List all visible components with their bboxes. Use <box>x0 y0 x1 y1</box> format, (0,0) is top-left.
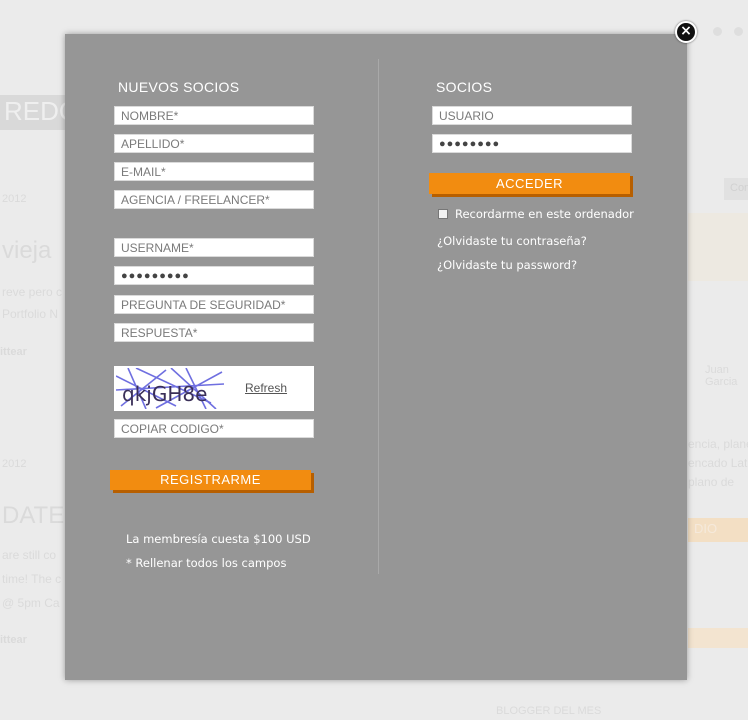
captcha-image: qkjGH8e <box>116 368 224 409</box>
close-icon[interactable]: × <box>675 21 697 43</box>
login-register-modal: NUEVOS SOCIOS NOMBRE* APELLIDO* E-MAIL* … <box>65 34 687 680</box>
captcha-box: qkjGH8e Refresh <box>114 366 314 411</box>
captcha-text: qkjGH8e <box>122 382 207 406</box>
nuevos-socios-heading: NUEVOS SOCIOS <box>118 79 240 95</box>
respuesta-field[interactable]: RESPUESTA* <box>114 323 314 342</box>
apellido-field[interactable]: APELLIDO* <box>114 134 314 153</box>
forgot-contrasena-link[interactable]: ¿Olvidaste tu contraseña? <box>437 234 587 248</box>
required-fields-note: * Rellenar todos los campos <box>126 556 287 570</box>
agencia-field[interactable]: AGENCIA / FREELANCER* <box>114 190 314 209</box>
username-field[interactable]: USERNAME* <box>114 238 314 257</box>
membership-note: La membresía cuesta $100 USD <box>126 532 311 546</box>
captcha-refresh-link[interactable]: Refresh <box>245 381 287 395</box>
login-password-field[interactable]: ●●●●●●●● <box>432 134 632 153</box>
nombre-field[interactable]: NOMBRE* <box>114 106 314 125</box>
password-field[interactable]: ●●●●●●●●● <box>114 266 314 285</box>
remember-checkbox[interactable] <box>438 209 448 219</box>
acceder-button[interactable]: ACCEDER <box>429 173 630 194</box>
registrarme-button[interactable]: REGISTRARME <box>110 470 311 490</box>
email-field[interactable]: E-MAIL* <box>114 162 314 181</box>
usuario-field[interactable]: USUARIO <box>432 106 632 125</box>
pregunta-seguridad-field[interactable]: PREGUNTA DE SEGURIDAD* <box>114 295 314 314</box>
remember-label: Recordarme en este ordenador <box>455 207 634 221</box>
socios-heading: SOCIOS <box>436 79 493 95</box>
column-divider <box>378 59 379 574</box>
copiar-codigo-field[interactable]: COPIAR CODIGO* <box>114 419 314 438</box>
forgot-password-link[interactable]: ¿Olvidaste tu password? <box>437 258 577 272</box>
